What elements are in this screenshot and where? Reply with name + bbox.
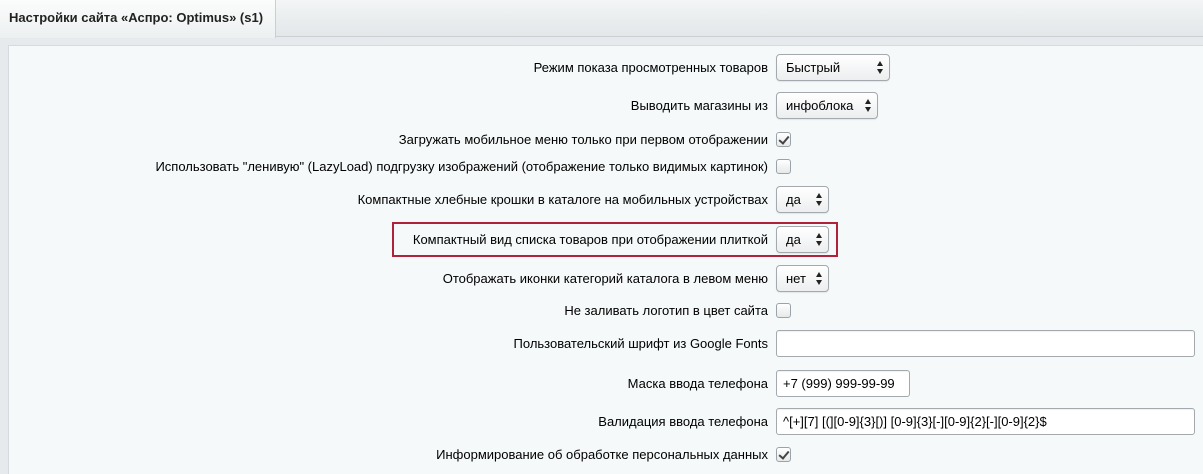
compact-tile-list-select[interactable]: да	[776, 226, 829, 253]
tab-bar: Настройки сайта «Аспро: Optimus» (s1)	[0, 0, 1203, 38]
viewed-mode-select[interactable]: Быстрый	[776, 54, 890, 81]
tab-site-settings[interactable]: Настройки сайта «Аспро: Optimus» (s1)	[0, 0, 276, 38]
setting-row-mobile-menu: Загружать мобильное меню только при перв…	[0, 126, 1203, 154]
phone-validation-label: Валидация ввода телефона	[598, 414, 768, 429]
personal-data-checkbox[interactable]	[776, 447, 791, 462]
select-arrows-icon	[816, 193, 823, 206]
select-arrows-icon	[816, 272, 823, 285]
setting-row-personal-data: Информирование об обработке персональных…	[0, 441, 1203, 469]
mobile-menu-label: Загружать мобильное меню только при перв…	[398, 132, 768, 147]
viewed-mode-value: Быстрый	[786, 60, 841, 75]
mobile-menu-checkbox[interactable]	[776, 132, 791, 147]
setting-row-compact-breadcrumbs: Компактные хлебные крошки в каталоге на …	[0, 186, 1203, 214]
left-menu-icons-label: Отображать иконки категорий каталога в л…	[442, 271, 768, 286]
setting-row-stores-from: Выводить магазины из инфоблока	[0, 92, 1203, 120]
no-logo-fill-label: Не заливать логотип в цвет сайта	[564, 303, 768, 318]
setting-row-phone-validation: Валидация ввода телефона ^[+][7] [(][0-9…	[0, 408, 1203, 436]
setting-row-compact-tile-list: Компактный вид списка товаров при отобра…	[0, 226, 1203, 254]
left-menu-icons-select[interactable]: нет	[776, 265, 829, 292]
setting-row-phone-mask: Маска ввода телефона +7 (999) 999-99-99	[0, 370, 1203, 398]
personal-data-label: Информирование об обработке персональных…	[436, 447, 768, 462]
phone-mask-label: Маска ввода телефона	[627, 376, 768, 391]
stores-from-label: Выводить магазины из	[630, 98, 768, 113]
compact-tile-list-value: да	[786, 232, 801, 247]
compact-tile-list-label: Компактный вид списка товаров при отобра…	[412, 232, 768, 247]
viewed-mode-label: Режим показа просмотренных товаров	[533, 60, 768, 75]
phone-mask-input[interactable]: +7 (999) 999-99-99	[776, 370, 910, 397]
phone-validation-input[interactable]: ^[+][7] [(][0-9]{3}[)] [0-9]{3}[-][0-9]{…	[776, 408, 1195, 435]
compact-breadcrumbs-label: Компактные хлебные крошки в каталоге на …	[357, 192, 768, 207]
lazyload-checkbox[interactable]	[776, 159, 791, 174]
stores-from-value: инфоблока	[786, 98, 854, 113]
select-arrows-icon	[865, 99, 872, 112]
setting-row-viewed-mode: Режим показа просмотренных товаров Быстр…	[0, 54, 1203, 82]
setting-row-no-logo-fill: Не заливать логотип в цвет сайта	[0, 297, 1203, 325]
left-menu-icons-value: нет	[786, 271, 806, 286]
setting-row-google-font: Пользовательский шрифт из Google Fonts	[0, 330, 1203, 358]
google-font-label: Пользовательский шрифт из Google Fonts	[513, 336, 768, 351]
compact-breadcrumbs-select[interactable]: да	[776, 186, 829, 213]
setting-row-lazyload: Использовать "ленивую" (LazyLoad) подгру…	[0, 153, 1203, 181]
select-arrows-icon	[816, 233, 823, 246]
compact-breadcrumbs-value: да	[786, 192, 801, 207]
select-arrows-icon	[877, 61, 884, 74]
google-font-input[interactable]	[776, 330, 1195, 357]
stores-from-select[interactable]: инфоблока	[776, 92, 878, 119]
no-logo-fill-checkbox[interactable]	[776, 303, 791, 318]
setting-row-left-menu-icons: Отображать иконки категорий каталога в л…	[0, 265, 1203, 293]
lazyload-label: Использовать "ленивую" (LazyLoad) подгру…	[155, 159, 768, 174]
